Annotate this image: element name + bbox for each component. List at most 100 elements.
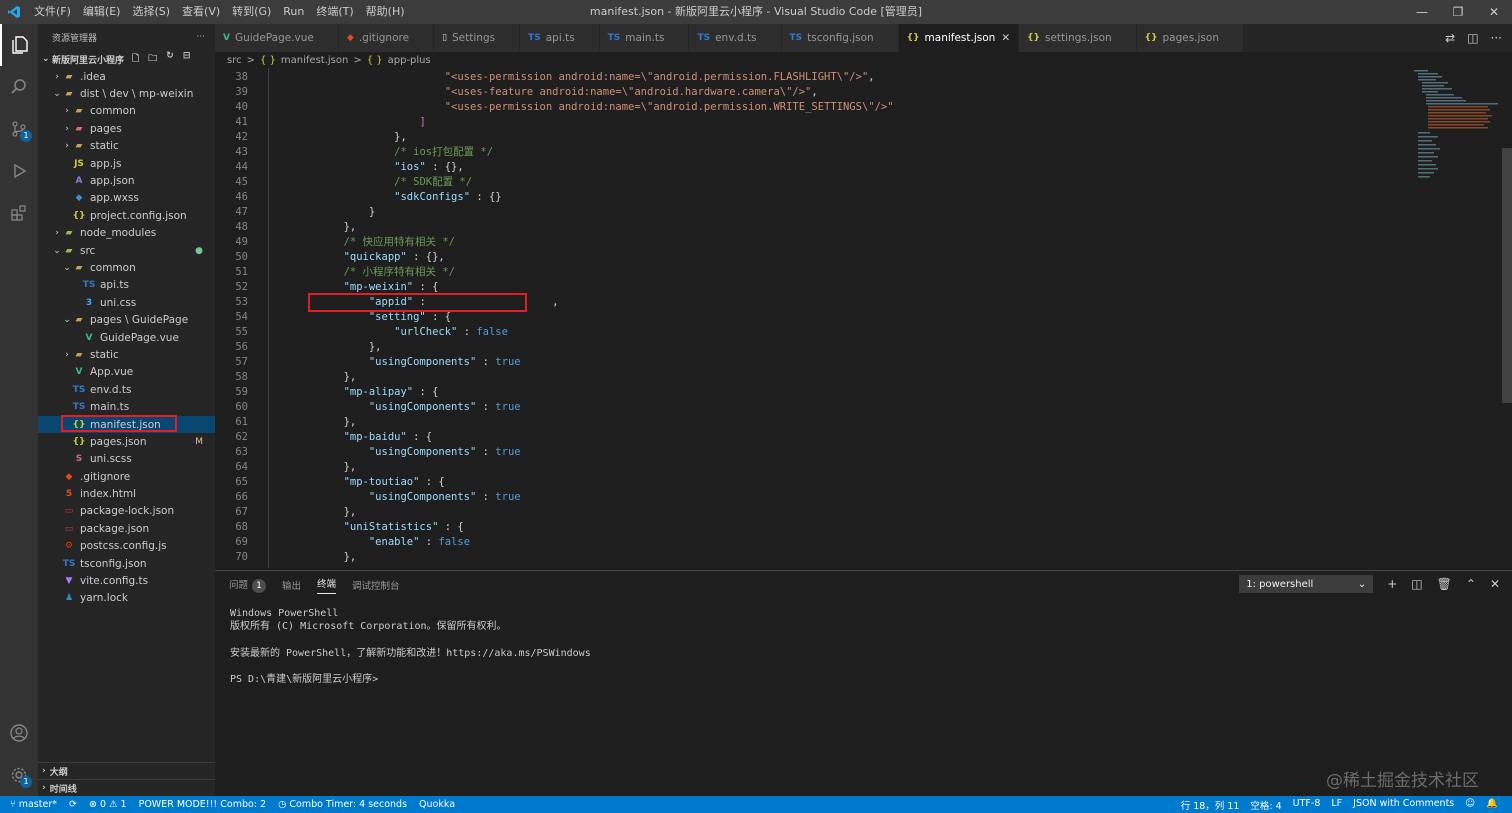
status-item[interactable]: 空格: 4	[1250, 798, 1281, 812]
split-editor-icon[interactable]: ◫	[1467, 31, 1478, 45]
tree-item[interactable]: ⌄ ▰ dist \ dev \ mp-weixin	[38, 85, 215, 102]
tree-item[interactable]: ◆ app.wxss	[38, 190, 215, 207]
breadcrumb-item[interactable]: src	[227, 55, 242, 66]
tree-item[interactable]: ⚙ postcss.config.js	[38, 538, 215, 555]
power-mode-status[interactable]: POWER MODE!!! Combo: 2	[139, 799, 266, 810]
combo-timer-status[interactable]: ◷ Combo Timer: 4 seconds	[278, 799, 407, 810]
tree-item[interactable]: TS api.ts	[38, 277, 215, 294]
sync-icon[interactable]: ⟳	[69, 799, 77, 810]
menu-item[interactable]: 终端(T)	[310, 0, 359, 24]
tab-terminal[interactable]: 终端	[317, 576, 337, 594]
tree-item[interactable]: 3 uni.css	[38, 294, 215, 311]
tree-item[interactable]: TS tsconfig.json	[38, 555, 215, 572]
tree-item[interactable]: ▭ package.json	[38, 520, 215, 537]
editor-tab[interactable]: TS env.d.ts	[689, 24, 782, 52]
tab-debug-console[interactable]: 调试控制台	[352, 578, 400, 592]
tree-item[interactable]: V GuidePage.vue	[38, 329, 215, 346]
split-terminal-icon[interactable]: ◫	[1411, 577, 1422, 591]
editor-tab[interactable]: TS main.ts	[599, 24, 690, 52]
menu-item[interactable]: 查看(V)	[176, 0, 226, 24]
editor-tab[interactable]: V GuidePage.vue	[215, 24, 339, 52]
tree-item[interactable]: › ▰ static	[38, 346, 215, 363]
status-item[interactable]: LF	[1331, 798, 1342, 812]
breadcrumb-item[interactable]: app-plus	[388, 55, 431, 66]
new-terminal-icon[interactable]: +	[1387, 577, 1397, 591]
maximize-panel-icon[interactable]: ⌃	[1466, 577, 1476, 591]
tree-item[interactable]: ◆ .gitignore	[38, 468, 215, 485]
maximize-button[interactable]: ❐	[1440, 0, 1476, 24]
refresh-icon[interactable]: ↻	[166, 51, 174, 67]
tree-item[interactable]: ⌄ ▰ src ●	[38, 242, 215, 259]
status-item[interactable]: 行 18，列 11	[1181, 798, 1240, 812]
tree-item[interactable]: {} pages.json M	[38, 433, 215, 450]
tree-item[interactable]: › ▰ static	[38, 138, 215, 155]
compare-icon[interactable]: ⇄	[1445, 31, 1455, 45]
problems-indicator[interactable]: ⊗ 0 ⚠ 1	[89, 799, 127, 810]
editor-tab[interactable]: TS api.ts	[520, 24, 600, 52]
terminal-select[interactable]: 1: powershell ⌄	[1239, 575, 1374, 593]
menu-item[interactable]: 编辑(E)	[77, 0, 127, 24]
outline-section[interactable]: › 大纲	[38, 762, 215, 779]
project-header[interactable]: ⌄ 新版阿里云小程序 🗋 🗀 ↻ ⊟	[38, 50, 215, 68]
more-actions-icon[interactable]: ···	[196, 32, 205, 42]
extensions-icon[interactable]	[0, 192, 38, 234]
terminal-output[interactable]: Windows PowerShell 版权所有 (C) Microsoft Cor…	[230, 607, 591, 687]
branch-indicator[interactable]: ⑂ master*	[10, 799, 57, 810]
tree-item[interactable]: › ▰ pages	[38, 120, 215, 137]
tab-problems[interactable]: 问题 1	[229, 577, 267, 593]
quokka-status[interactable]: Quokka	[419, 799, 455, 810]
tree-item[interactable]: JS app.js	[38, 155, 215, 172]
tree-item[interactable]: ⌄ ▰ pages \ GuidePage	[38, 311, 215, 328]
tree-item[interactable]: Suni.scss	[38, 451, 215, 468]
close-tab-icon[interactable]: ✕	[1001, 32, 1010, 44]
editor-tab[interactable]: ▯ Settings	[434, 24, 521, 52]
code-editor[interactable]: 38 "<uses-permission android:name=\"andr…	[215, 68, 1512, 568]
new-file-icon[interactable]: 🗋	[132, 51, 139, 67]
tree-item[interactable]: TS env.d.ts	[38, 381, 215, 398]
menu-item[interactable]: 转到(G)	[226, 0, 277, 24]
account-icon[interactable]	[0, 712, 38, 754]
timeline-section[interactable]: › 时间线	[38, 779, 215, 796]
menu-item[interactable]: Run	[277, 0, 310, 24]
tree-item[interactable]: {} project.config.json	[38, 207, 215, 224]
tab-output[interactable]: 输出	[282, 578, 301, 592]
editor-tab[interactable]: TS tsconfig.json	[781, 24, 899, 52]
explorer-icon[interactable]	[0, 24, 38, 66]
new-folder-icon[interactable]: 🗀	[148, 51, 157, 67]
status-item[interactable]: UTF-8	[1293, 798, 1321, 812]
run-debug-icon[interactable]	[0, 150, 38, 192]
tree-item[interactable]: TS main.ts	[38, 398, 215, 415]
person-icon[interactable]: ☺	[1465, 798, 1475, 812]
tree-item[interactable]: › ▰ .idea	[38, 68, 215, 85]
status-item[interactable]: JSON with Comments	[1353, 798, 1454, 812]
close-panel-icon[interactable]: ✕	[1490, 577, 1500, 591]
trash-icon[interactable]: 🗑	[1437, 577, 1452, 591]
tree-item[interactable]: ▼ vite.config.ts	[38, 572, 215, 589]
tree-item[interactable]: ⌄ ▰ common	[38, 259, 215, 276]
minimap[interactable]	[1412, 68, 1502, 188]
tree-item[interactable]: ▭ package-lock.json	[38, 503, 215, 520]
editor-tab[interactable]: {} manifest.json ✕	[898, 24, 1020, 52]
editor-tab[interactable]: {} pages.json	[1136, 24, 1244, 52]
tree-item[interactable]: ♟ yarn.lock	[38, 590, 215, 607]
minimize-button[interactable]: —	[1404, 0, 1440, 24]
more-icon[interactable]: ···	[1491, 31, 1502, 45]
tree-item[interactable]: V App.vue	[38, 364, 215, 381]
editor-tab[interactable]: {} settings.json	[1019, 24, 1137, 52]
tree-item[interactable]: Aapp.json	[38, 172, 215, 189]
tree-item[interactable]: 5 index.html	[38, 485, 215, 502]
collapse-all-icon[interactable]: ⊟	[183, 51, 191, 67]
tree-item[interactable]: › ▰ node_modules	[38, 225, 215, 242]
close-window-button[interactable]: ✕	[1476, 0, 1512, 24]
editor-scrollbar[interactable]	[1502, 148, 1512, 403]
settings-gear-icon[interactable]: 1	[0, 754, 38, 796]
menu-item[interactable]: 选择(S)	[126, 0, 176, 24]
bell-icon[interactable]: 🔔	[1486, 798, 1498, 812]
breadcrumb-item[interactable]: manifest.json	[281, 55, 348, 66]
source-control-icon[interactable]: 1	[0, 108, 38, 150]
menu-item[interactable]: 文件(F)	[28, 0, 77, 24]
search-icon[interactable]	[0, 66, 38, 108]
menu-item[interactable]: 帮助(H)	[360, 0, 411, 24]
editor-tab[interactable]: ◆ .gitignore	[338, 24, 435, 52]
tree-item[interactable]: › ▰ common	[38, 103, 215, 120]
